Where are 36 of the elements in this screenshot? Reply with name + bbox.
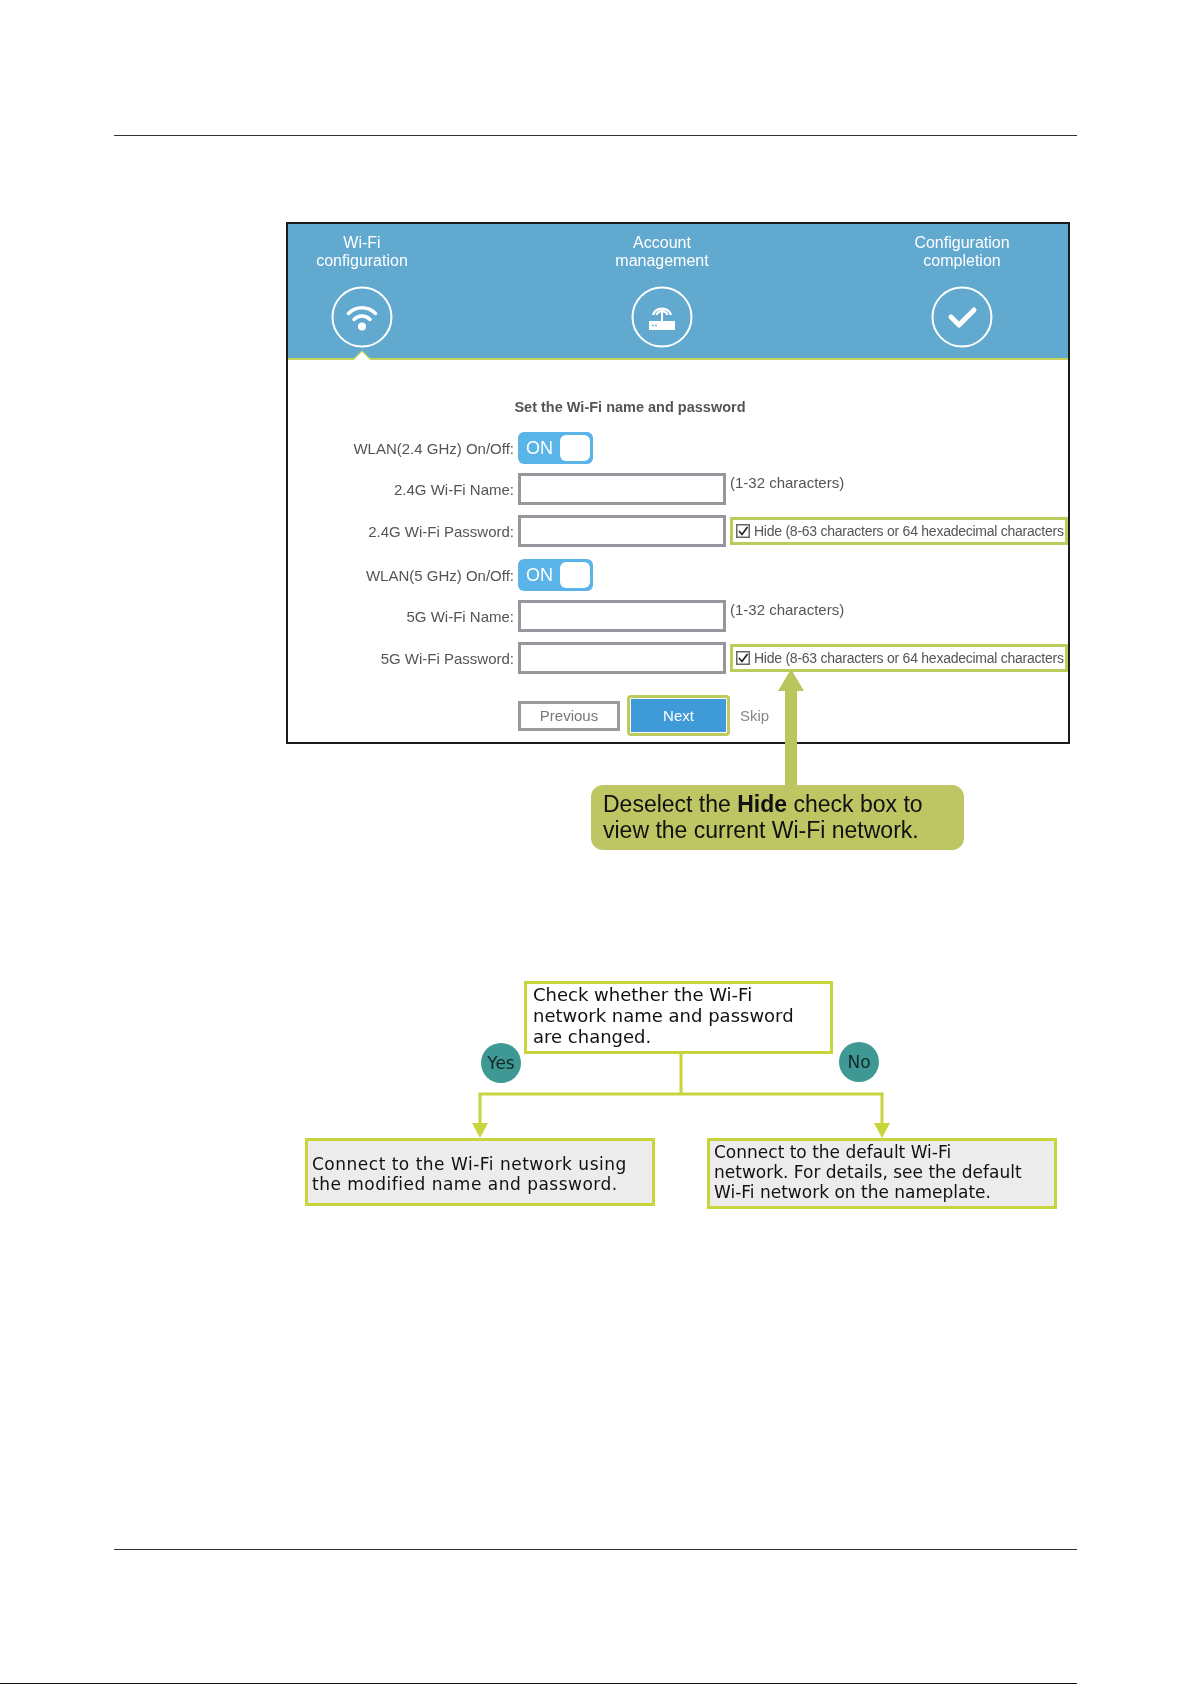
callout-note: Deselect the Hide check box to view the current Wi-Fi network. — [591, 785, 964, 850]
result-node: Connect to the default Wi-Fi network. For details, see the default Wi-Fi network on the nameplate. — [707, 1138, 1057, 1209]
step-label: Account management — [614, 234, 710, 270]
field-label: 2.4G Wi-Fi Password: — [368, 522, 514, 540]
down-arrow — [472, 1094, 488, 1138]
toggle-switch[interactable]: ON — [518, 559, 593, 591]
field-label: 5G Wi-Fi Name: — [406, 607, 514, 625]
checkbox[interactable] — [736, 524, 750, 538]
password-field[interactable] — [518, 515, 726, 547]
field-label: 2.4G Wi-Fi Name: — [394, 480, 514, 498]
password-field[interactable] — [518, 642, 726, 674]
router-icon — [631, 286, 693, 348]
form-title: Set the Wi-Fi name and password — [513, 398, 747, 416]
field-hint: (1-32 characters) — [730, 601, 845, 618]
down-arrow — [874, 1094, 890, 1138]
checkbox-label: Hide (8-63 characters or 64 hexadecimal characters — [754, 523, 1064, 539]
field-label: 5G Wi-Fi Password: — [380, 649, 514, 667]
result-node: Connect to the Wi-Fi network using the modified name and password. — [305, 1138, 655, 1206]
toggle-switch[interactable]: ON — [518, 432, 593, 464]
field-hint: (1-32 characters) — [730, 474, 845, 491]
step-label: Configuration completion — [913, 234, 1011, 270]
check-icon — [931, 286, 993, 348]
previous-button[interactable]: Previous — [518, 700, 620, 731]
next-button[interactable]: Next — [631, 699, 726, 732]
wifi-icon — [331, 286, 393, 348]
branch-badge: No — [839, 1042, 879, 1082]
input-field[interactable] — [518, 600, 726, 632]
step-label: Wi-Fi configuration — [315, 234, 409, 270]
skip-link[interactable]: Skip — [737, 707, 770, 724]
field-label: WLAN(5 GHz) On/Off: — [365, 566, 514, 584]
checkbox[interactable] — [736, 651, 750, 665]
field-label: WLAN(2.4 GHz) On/Off: — [353, 439, 514, 457]
branch-badge: Yes — [481, 1043, 521, 1083]
input-field[interactable] — [518, 473, 726, 505]
checkbox-label: Hide (8-63 characters or 64 hexadecimal characters — [754, 650, 1064, 666]
decision-node: Check whether the Wi-Fi network name and password are changed. — [524, 981, 833, 1054]
